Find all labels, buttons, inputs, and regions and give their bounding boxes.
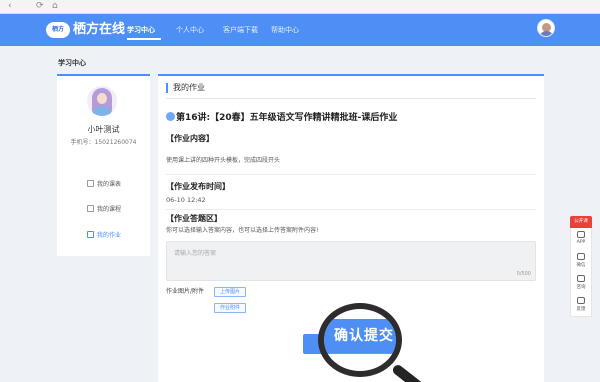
profile-avatar <box>87 86 117 116</box>
logo-text: 栖方在线 <box>73 22 126 37</box>
headset-icon <box>577 275 585 282</box>
sidebar-item-schedule[interactable]: 我的课表 <box>87 180 121 189</box>
nav-learning-center[interactable]: 学习中心 <box>127 24 155 36</box>
float-item-feedback[interactable]: 反馈 <box>571 294 591 316</box>
divider <box>166 98 536 99</box>
phone-icon <box>577 231 585 238</box>
magnified-submit-button[interactable]: 确认提交 <box>325 319 396 353</box>
attachment-button[interactable]: 作业附件 <box>214 303 247 313</box>
user-avatar-icon[interactable] <box>537 19 555 37</box>
floating-toolbar: 公开课 APP 微信 咨询 反馈 <box>570 216 592 322</box>
divider <box>166 209 536 210</box>
publish-label: 【作业发布时间】 <box>166 182 230 191</box>
nav-personal-center[interactable]: 个人中心 <box>176 24 204 36</box>
lesson-icon <box>166 112 175 121</box>
float-item-wechat[interactable]: 微信 <box>571 250 591 272</box>
upload-image-button[interactable]: 上传图片 <box>214 287 247 297</box>
content-label: 【作业内容】 <box>166 134 214 143</box>
home-icon[interactable]: ⌂ <box>52 1 58 12</box>
answer-label: 【作业答题区】 <box>166 214 222 223</box>
calendar-icon <box>87 180 94 187</box>
nav-client-download[interactable]: 客户端下载 <box>223 24 258 36</box>
logo-icon: 栖方 <box>46 22 70 38</box>
course-icon <box>87 205 94 212</box>
section-title: 我的作业 <box>166 83 205 93</box>
open-class-button[interactable]: 公开课 <box>570 216 592 228</box>
answer-hint: 你可以选择输入答案内容，也可以选择上传答案附件内容! <box>166 227 319 234</box>
top-navbar: 栖方 栖方在线 学习中心 个人中心 客户端下载 帮助中心 <box>0 14 600 46</box>
browser-chrome: ‹ ⟳ ⌂ <box>0 0 600 14</box>
homework-title: 第16讲:【20春】五年级语文写作精讲精批班-课后作业 <box>166 112 397 124</box>
nav-active-indicator <box>127 38 161 40</box>
answer-textarea[interactable]: 请输入您的答案 0/500 <box>166 241 536 281</box>
answer-placeholder: 请输入您的答案 <box>174 250 217 257</box>
publish-time: 06-10 12:42 <box>166 196 206 204</box>
sidebar: 小叶测试 手机号：15021260074 我的课表 我的课程 我的作业 <box>57 74 150 256</box>
user-name: 小叶测试 <box>87 125 120 134</box>
sidebar-item-courses[interactable]: 我的课程 <box>87 205 121 214</box>
divider <box>166 174 536 175</box>
sidebar-item-homework[interactable]: 我的作业 <box>87 231 121 240</box>
content-text: 使用课上讲的四种开头模板，完成四段开头 <box>166 157 281 164</box>
feedback-icon <box>577 297 585 304</box>
attachment-label: 作业图片/附件 <box>166 288 205 295</box>
homework-icon <box>87 231 94 238</box>
user-phone: 手机号：15021260074 <box>70 139 137 146</box>
back-icon[interactable]: ‹ <box>8 1 12 12</box>
nav-help-center[interactable]: 帮助中心 <box>271 24 299 36</box>
char-counter: 0/500 <box>516 271 531 277</box>
refresh-icon[interactable]: ⟳ <box>36 1 44 12</box>
wechat-icon <box>577 253 585 260</box>
float-item-app[interactable]: APP <box>571 228 591 250</box>
breadcrumb: 学习中心 <box>58 59 86 67</box>
float-item-consult[interactable]: 咨询 <box>571 272 591 294</box>
magnifier-lens: 确认提交 <box>318 303 402 377</box>
